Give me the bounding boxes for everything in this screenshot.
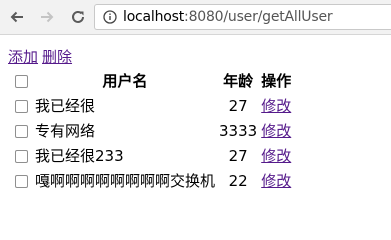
table-row: 我已经很 27 修改: [10, 94, 292, 117]
add-link[interactable]: 添加: [8, 48, 38, 66]
row-checkbox[interactable]: [15, 149, 28, 163]
forward-arrow-icon[interactable]: [37, 7, 57, 27]
user-name: 嘎啊啊啊啊啊啊啊啊交换机: [35, 172, 216, 190]
user-name: 我已经很: [35, 97, 96, 115]
page-content: 添加删除 用户名 年龄 操作 我已经很 27 修改 专有网络 3333 修改: [0, 35, 391, 222]
user-age: 22: [228, 171, 248, 190]
user-age: 27: [228, 146, 248, 165]
back-arrow-icon[interactable]: [7, 7, 27, 27]
row-checkbox[interactable]: [15, 174, 28, 188]
edit-cell: 修改: [260, 169, 292, 192]
edit-link[interactable]: 修改: [261, 97, 291, 115]
url-host: localhost: [123, 9, 185, 25]
table-header-row: 用户名 年龄 操作: [10, 69, 292, 92]
edit-link[interactable]: 修改: [261, 172, 291, 190]
address-bar[interactable]: localhost:8080/user/getAllUser: [94, 4, 391, 30]
delete-link[interactable]: 删除: [42, 48, 72, 66]
row-select-cell: [10, 119, 32, 142]
row-checkbox[interactable]: [15, 99, 28, 113]
column-header-age: 年龄: [223, 72, 254, 90]
edit-cell: 修改: [260, 94, 292, 117]
edit-cell: 修改: [260, 119, 292, 142]
user-age: 27: [228, 96, 248, 115]
column-header-name: 用户名: [102, 72, 148, 90]
edit-cell: 修改: [260, 144, 292, 167]
row-select-cell: [10, 94, 32, 117]
select-all-checkbox[interactable]: [15, 74, 28, 88]
action-links: 添加 删除: [8, 46, 72, 67]
reload-icon[interactable]: [68, 7, 88, 27]
table-row: 专有网络 3333 修改: [10, 119, 292, 142]
user-name: 专有网络: [35, 122, 96, 140]
row-select-cell: [10, 144, 32, 167]
edit-link[interactable]: 修改: [261, 122, 291, 140]
column-header-op: 操作: [261, 72, 292, 90]
info-icon[interactable]: [103, 10, 117, 24]
row-select-cell: [10, 169, 32, 192]
select-all-cell: [10, 69, 32, 92]
user-table: 用户名 年龄 操作 我已经很 27 修改 专有网络 3333 修改 我已经很23…: [8, 67, 294, 194]
edit-link[interactable]: 修改: [261, 147, 291, 165]
url-path: :8080/user/getAllUser: [184, 9, 333, 25]
browser-toolbar: localhost:8080/user/getAllUser: [0, 0, 391, 35]
table-row: 我已经很233 27 修改: [10, 144, 292, 167]
row-checkbox[interactable]: [15, 124, 28, 138]
url-text: localhost:8080/user/getAllUser: [123, 9, 333, 25]
user-age: 3333: [219, 121, 258, 140]
user-name: 我已经很233: [35, 147, 124, 165]
table-row: 嘎啊啊啊啊啊啊啊啊交换机 22 修改: [10, 169, 292, 192]
